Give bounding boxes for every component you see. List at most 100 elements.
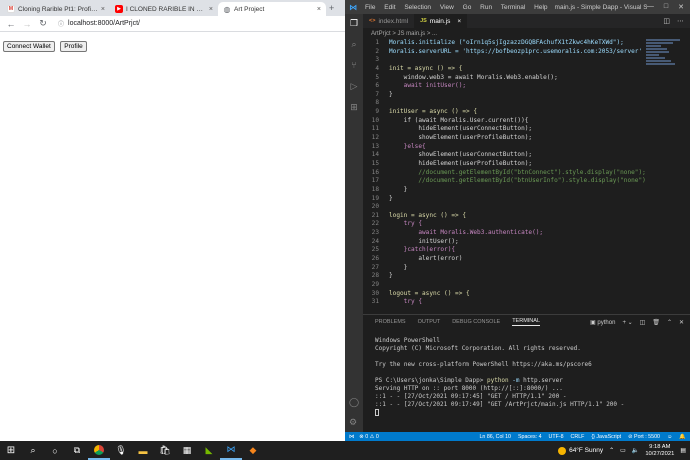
youtube-icon: ▶ (115, 5, 123, 13)
volume-icon[interactable]: 🔈 (632, 447, 639, 454)
extensions-icon[interactable]: ⊞ (350, 102, 358, 112)
editor-tab-label: index.html (378, 17, 409, 25)
account-icon[interactable]: ◯ (349, 397, 359, 407)
search-icon[interactable]: ⌕ (351, 39, 356, 49)
close-icon[interactable]: × (209, 6, 213, 13)
problems-status[interactable]: ⊗ 0 ⚠ 0 (359, 434, 379, 440)
notifications-icon[interactable]: ▤ (680, 447, 686, 454)
code-line: 7} (363, 91, 690, 100)
browser-tab-youtube[interactable]: ▶ I CLONED RARIBLE IN 24 HOURS... × (110, 2, 218, 16)
browser-tab-art-project[interactable]: ◍ Art Project × (218, 2, 326, 16)
nvidia-icon[interactable]: ◣ (198, 441, 220, 460)
terminal-prompt: PS C:\Users\jonka\Simple Dapp> (375, 377, 487, 384)
editor-tab-main-js[interactable]: JS main.js × (414, 14, 468, 28)
editor-tab-label: main.js (429, 17, 451, 25)
gear-icon[interactable]: ⚙ (349, 417, 359, 427)
line-number: 27 (371, 263, 379, 271)
encoding[interactable]: UTF-8 (549, 434, 564, 440)
terminal-arg: http.server (519, 377, 563, 384)
metamask-icon[interactable]: ◆ (242, 441, 264, 460)
close-icon[interactable]: × (457, 18, 461, 25)
code-text: if (await Moralis.User.current()){ (389, 116, 529, 124)
tab-debug-console[interactable]: DEBUG CONSOLE (452, 319, 500, 325)
sun-icon (558, 446, 567, 455)
terminal-selector-label: python (597, 319, 616, 326)
menu-go[interactable]: Go (463, 4, 472, 11)
forward-icon[interactable]: → (22, 19, 32, 29)
minimize-icon[interactable]: — (647, 3, 654, 11)
code-line: 25 }catch(error){ (363, 246, 690, 255)
taskbar: ⊞ ⌕ ○ ⧉ 🎙 ▬ 🛍 ▦ ◣ ⋈ ◆ 64°F Sunny ⌃ ▭ 🔈 9… (0, 441, 690, 460)
trash-icon[interactable]: 🗑 (652, 319, 660, 326)
reload-icon[interactable]: ↻ (38, 18, 48, 29)
vscode-taskbar-icon[interactable]: ⋈ (220, 441, 242, 460)
explorer-icon[interactable]: ❐ (350, 18, 358, 28)
address-bar[interactable]: ⓘ localhost:8000/ArtPrjct/ (54, 18, 339, 30)
live-server-port[interactable]: ⊘ Port : 5500 (628, 434, 660, 440)
code-editor[interactable]: 1 Moralis.initialize ("oIrn1q5sjIgzazzDGQ… (363, 39, 690, 307)
info-icon[interactable]: ⓘ (58, 19, 64, 28)
indentation[interactable]: Spaces: 4 (518, 434, 542, 440)
chevron-up-icon[interactable]: ⌃ (609, 447, 614, 454)
close-icon[interactable]: ✕ (679, 319, 684, 326)
close-icon[interactable]: × (317, 6, 321, 13)
microphone-icon[interactable]: 🎙 (110, 441, 132, 460)
close-icon[interactable]: ✕ (678, 3, 684, 11)
menu-selection[interactable]: Selection (404, 4, 431, 11)
line-number: 10 (371, 116, 379, 124)
tab-problems[interactable]: PROBLEMS (375, 319, 406, 325)
minimap[interactable] (646, 39, 684, 99)
menu-terminal[interactable]: Terminal (501, 4, 526, 11)
file-explorer-icon[interactable]: ▬ (132, 441, 154, 460)
more-actions-icon[interactable]: ⋯ (677, 17, 684, 25)
bell-icon[interactable]: 🔔 (679, 434, 686, 440)
add-terminal-icon[interactable]: + ⌄ (622, 319, 632, 326)
menu-file[interactable]: File (365, 4, 375, 11)
terminal-select[interactable]: ▣ python (590, 319, 615, 326)
split-editor-icon[interactable]: ◫ (663, 17, 670, 25)
editor-tab-index-html[interactable]: <> index.html (363, 14, 414, 28)
chrome-icon[interactable] (88, 441, 110, 460)
weather-widget[interactable]: 64°F Sunny (558, 446, 603, 455)
language-mode[interactable]: {} JavaScript (591, 434, 621, 440)
terminal-output[interactable]: Windows PowerShell Copyright (C) Microso… (363, 329, 690, 417)
clock[interactable]: 9:18 AM 10/27/2021 (645, 444, 674, 458)
cursor-position[interactable]: Ln 86, Col 10 (479, 434, 511, 440)
maximize-icon[interactable]: □ (664, 3, 668, 11)
code-line: 11 hideElement(userConnectButton); (363, 125, 690, 134)
code-text: //document.getElementById("btnUserInfo")… (389, 177, 646, 185)
breadcrumb[interactable]: ArtPrjct > JS main.js > ... (363, 28, 690, 39)
new-tab-icon[interactable]: + (329, 3, 334, 13)
menu-help[interactable]: Help (534, 4, 547, 11)
code-text: showElement(userConnectButton); (389, 151, 533, 159)
search-icon[interactable]: ⌕ (22, 441, 44, 460)
chevron-up-icon[interactable]: ⌃ (667, 319, 672, 326)
menu-edit[interactable]: Edit (384, 4, 395, 11)
code-line: 12 showElement(userProfileButton); (363, 134, 690, 143)
network-icon[interactable]: ▭ (620, 447, 626, 454)
menu-view[interactable]: View (440, 4, 454, 11)
tab-terminal[interactable]: TERMINAL (512, 318, 540, 326)
app-icon[interactable]: ▦ (176, 441, 198, 460)
feedback-icon[interactable]: ☺ (667, 434, 672, 440)
remote-icon[interactable]: ⋈ (349, 434, 354, 440)
browser-tab-gmail[interactable]: M Cloning Rarible Pt1: Profile Btn ... × (2, 2, 110, 16)
back-icon[interactable]: ← (6, 19, 16, 29)
window-controls: — □ ✕ (647, 3, 690, 11)
source-control-icon[interactable]: ⑂ (351, 60, 356, 70)
tab-output[interactable]: OUTPUT (418, 319, 441, 325)
line-number: 3 (375, 56, 379, 64)
cortana-icon[interactable]: ○ (44, 441, 66, 460)
menu-run[interactable]: Run (480, 4, 492, 11)
split-terminal-icon[interactable]: ◫ (640, 319, 646, 326)
windows-start-icon[interactable]: ⊞ (0, 441, 22, 460)
profile-button[interactable]: Profile (60, 41, 87, 52)
store-icon[interactable]: 🛍 (154, 441, 176, 460)
close-icon[interactable]: × (101, 6, 105, 13)
terminal-command: python (486, 377, 509, 384)
end-of-line[interactable]: CRLF (571, 434, 585, 440)
connect-wallet-button[interactable]: Connect Wallet (3, 41, 55, 52)
run-debug-icon[interactable]: ▷ (351, 81, 358, 91)
task-view-icon[interactable]: ⧉ (66, 441, 88, 460)
system-tray: 64°F Sunny ⌃ ▭ 🔈 9:18 AM 10/27/2021 ▤ (558, 444, 690, 458)
